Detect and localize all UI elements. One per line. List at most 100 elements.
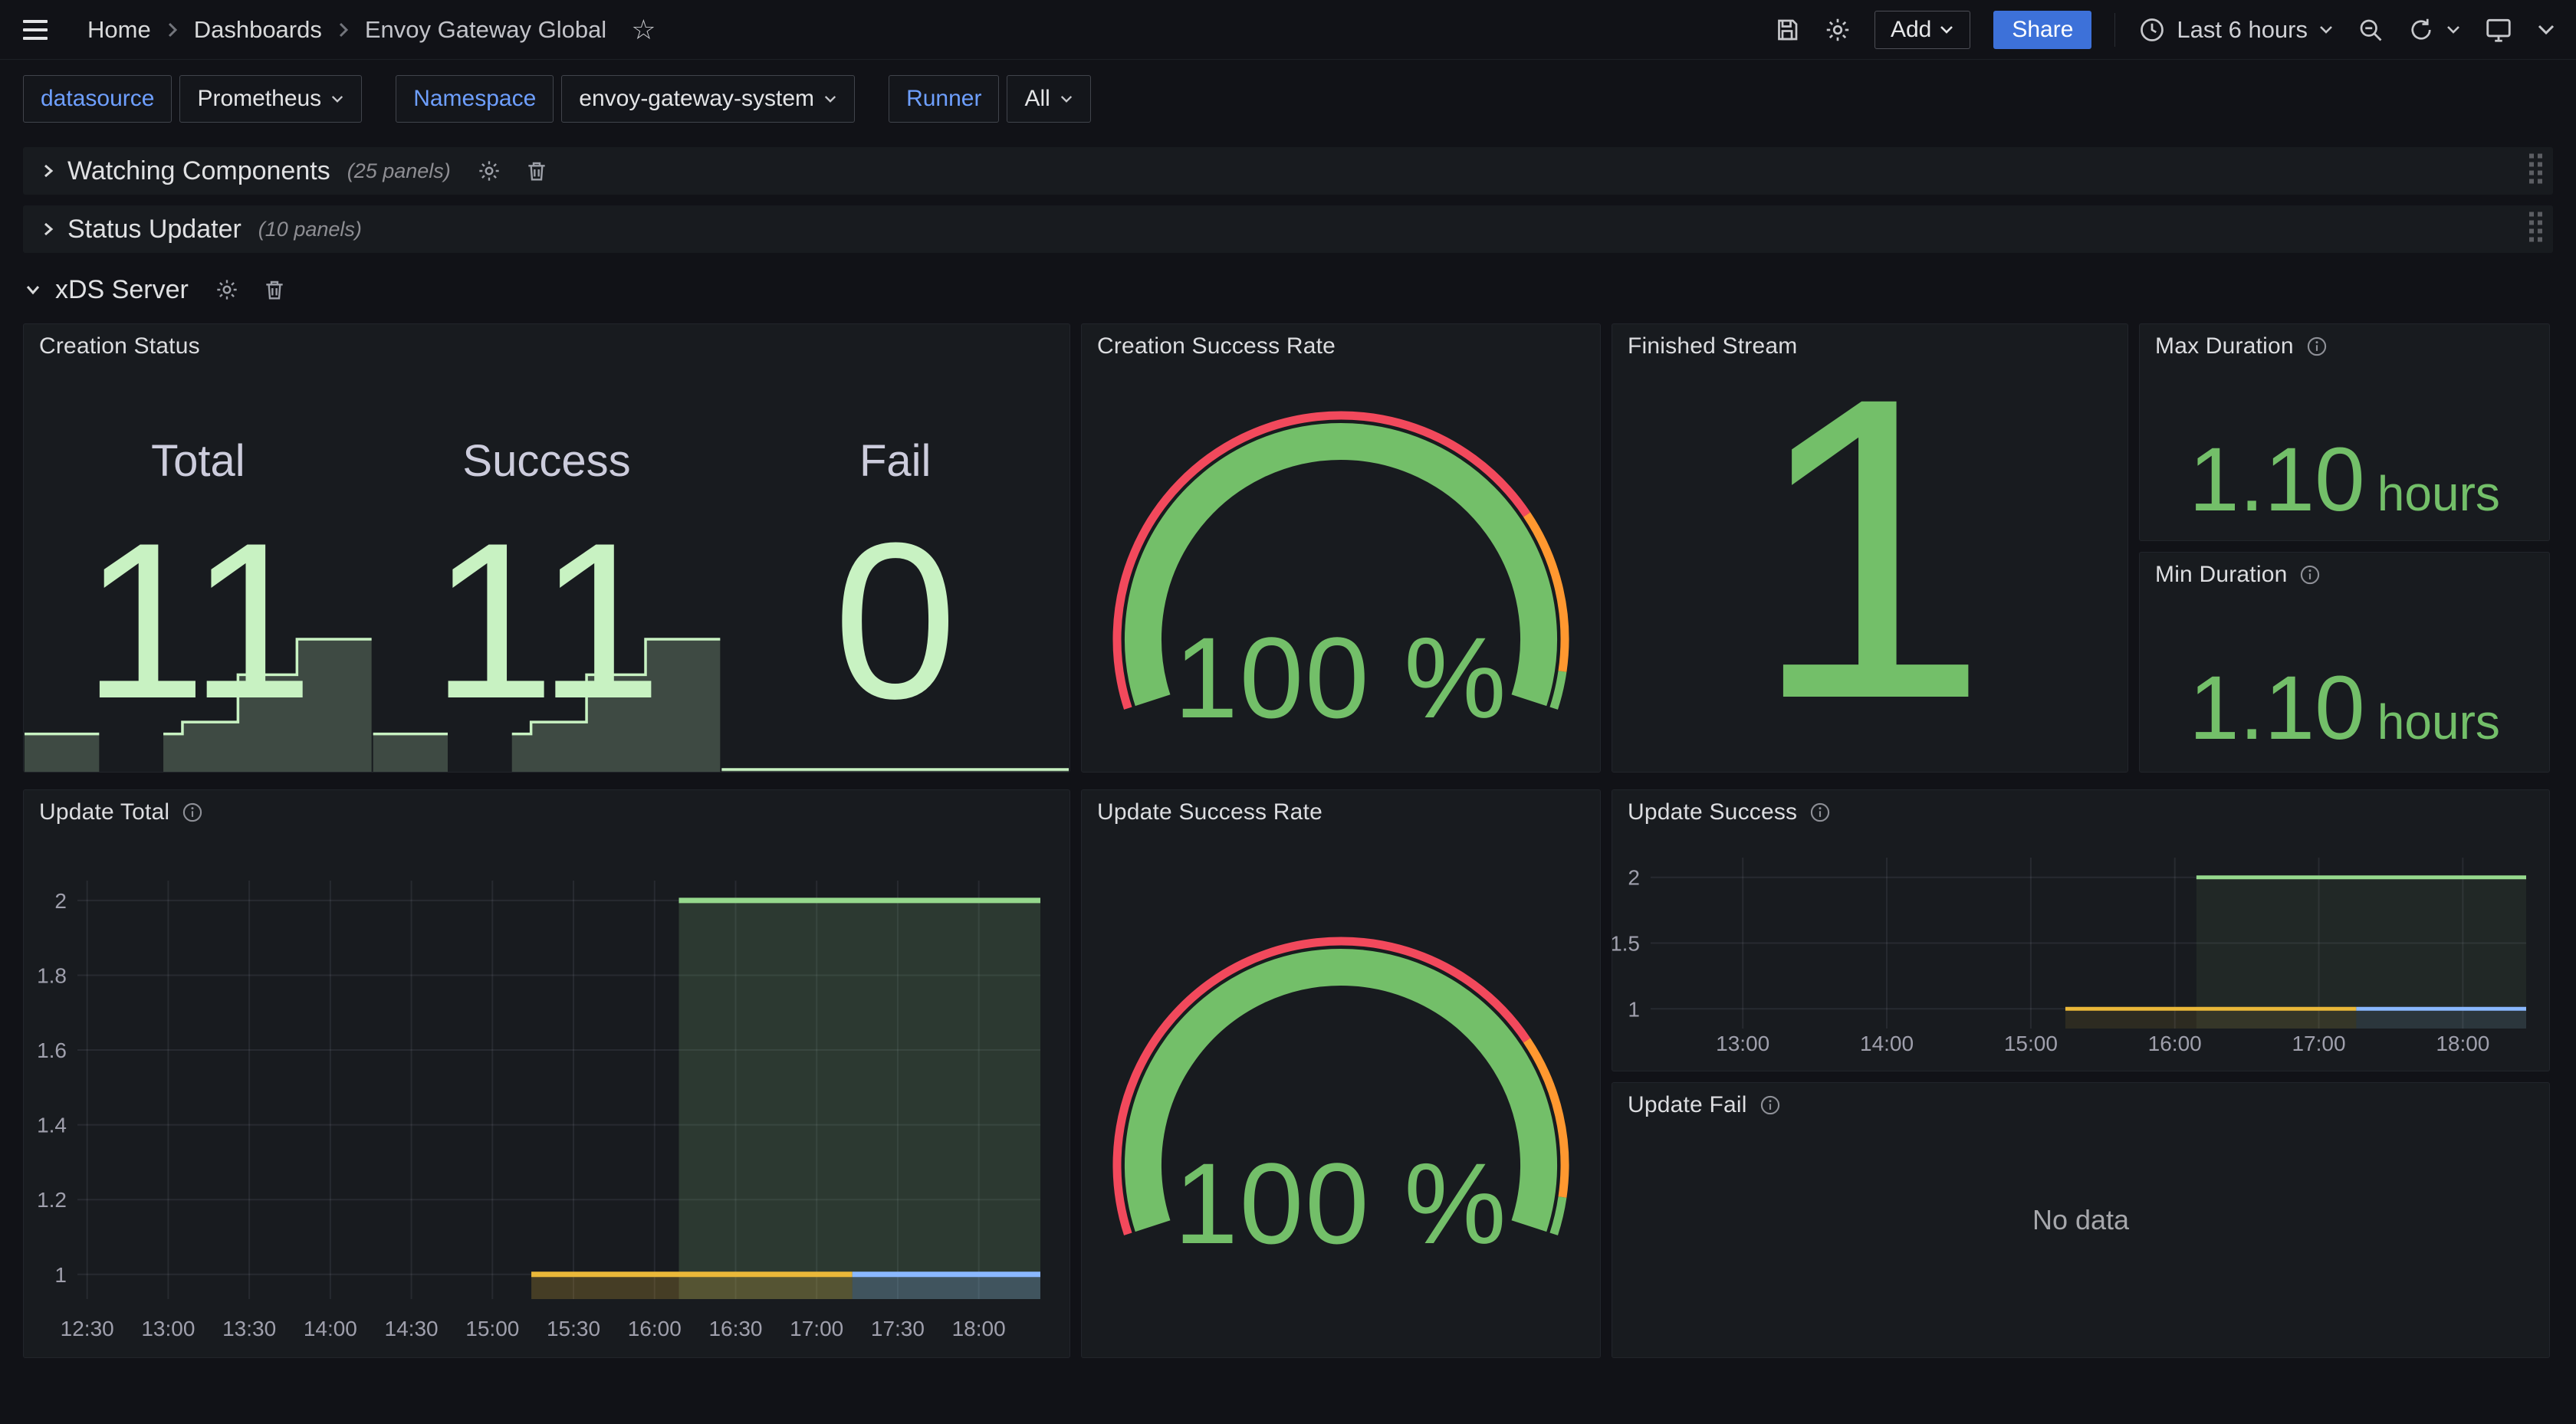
svg-text:1.4: 1.4 <box>37 1114 67 1137</box>
update-success-rate-gauge: 100 % <box>1111 935 1571 1257</box>
star-favorite-icon[interactable]: ☆ <box>631 16 656 44</box>
svg-text:15:00: 15:00 <box>465 1317 519 1340</box>
row-panel-count: (10 panels) <box>258 218 362 241</box>
stat-success: Success 11 <box>373 324 721 772</box>
panel-title[interactable]: Finished Stream <box>1628 333 1797 359</box>
time-range-picker[interactable]: Last 6 hours <box>2138 16 2334 44</box>
panel-title[interactable]: Min Duration <box>2155 562 2287 588</box>
gear-icon[interactable] <box>1824 16 1852 44</box>
row-drag-handle[interactable] <box>2528 153 2544 190</box>
kiosk-mode-icon[interactable] <box>2484 15 2513 44</box>
panel-title[interactable]: Update Total <box>39 799 169 825</box>
chevron-down-icon <box>823 94 837 104</box>
svg-text:1.8: 1.8 <box>37 963 67 987</box>
chevron-right-icon <box>166 20 179 40</box>
panel-title[interactable]: Update Success <box>1628 799 1797 825</box>
refresh-control[interactable] <box>2407 16 2461 44</box>
chevron-right-icon <box>41 219 55 239</box>
finished-stream-value: 1 <box>1750 355 1989 741</box>
svg-text:1: 1 <box>54 1263 67 1287</box>
svg-text:1.6: 1.6 <box>37 1038 67 1062</box>
svg-text:14:30: 14:30 <box>385 1317 439 1340</box>
svg-text:14:00: 14:00 <box>1860 1032 1914 1055</box>
chevron-down-icon <box>1060 94 1073 104</box>
variable-label-namespace: Namespace <box>396 75 554 123</box>
row-title[interactable]: Status Updater <box>67 215 242 244</box>
creation-success-rate-gauge: 100 % <box>1111 409 1571 731</box>
stat-total: Total 11 <box>24 324 373 772</box>
info-icon[interactable] <box>1809 802 1831 823</box>
panel-title[interactable]: Update Fail <box>1628 1092 1747 1118</box>
divider <box>2114 13 2115 47</box>
row-drag-handle[interactable] <box>2528 211 2544 248</box>
panel-title[interactable]: Update Success Rate <box>1097 799 1322 825</box>
share-button[interactable]: Share <box>1993 11 2091 49</box>
panel-title[interactable]: Creation Success Rate <box>1097 333 1336 359</box>
add-button[interactable]: Add <box>1875 11 1970 49</box>
panel-title[interactable]: Max Duration <box>2155 333 2294 359</box>
info-icon[interactable] <box>182 802 203 823</box>
breadcrumb-current: Envoy Gateway Global <box>365 16 606 44</box>
row-xds-server[interactable]: xDS Server <box>23 270 305 310</box>
svg-text:17:00: 17:00 <box>790 1317 843 1340</box>
breadcrumb-home[interactable]: Home <box>87 16 151 44</box>
svg-text:16:30: 16:30 <box>708 1317 762 1340</box>
trash-icon[interactable] <box>524 159 549 183</box>
breadcrumb-dashboards[interactable]: Dashboards <box>194 16 322 44</box>
panel-update-success: Update Success 13:0014:0015:0016:0017:00… <box>1612 789 2550 1071</box>
svg-text:18:00: 18:00 <box>952 1317 1006 1340</box>
info-icon[interactable] <box>2299 564 2321 586</box>
variable-label-datasource: datasource <box>23 75 172 123</box>
menu-icon[interactable] <box>23 15 54 45</box>
update-total-chart: 12:30 13:00 13:30 14:00 14:30 15:00 15:30 16:00… <box>24 790 1070 1357</box>
grafana-dashboard: Home Dashboards Envoy Gateway Global ☆ <box>0 0 2576 1424</box>
svg-text:18:00: 18:00 <box>2436 1032 2489 1055</box>
svg-text:13:00: 13:00 <box>141 1317 195 1340</box>
zoom-out-icon[interactable] <box>2357 16 2384 44</box>
svg-text:1.2: 1.2 <box>37 1188 67 1212</box>
info-icon[interactable] <box>2306 336 2328 357</box>
chevron-down-icon <box>1939 25 1954 35</box>
svg-text:17:00: 17:00 <box>2292 1032 2345 1055</box>
svg-text:16:00: 16:00 <box>628 1317 682 1340</box>
chevron-right-icon <box>41 161 55 181</box>
stat-fail: Fail 0 <box>721 324 1070 772</box>
trash-icon[interactable] <box>262 277 287 302</box>
svg-text:17:30: 17:30 <box>871 1317 925 1340</box>
variable-bar: datasource Prometheus Namespace envoy-ga… <box>23 75 1091 123</box>
panel-update-success-rate: Update Success Rate 100 % <box>1081 789 1601 1358</box>
row-title[interactable]: xDS Server <box>55 275 189 305</box>
svg-text:14:00: 14:00 <box>304 1317 357 1340</box>
svg-text:12:30: 12:30 <box>61 1317 114 1340</box>
chevron-down-icon <box>23 283 43 297</box>
svg-text:13:30: 13:30 <box>222 1317 276 1340</box>
panel-title[interactable]: Creation Status <box>39 333 200 359</box>
svg-text:2: 2 <box>1628 866 1640 890</box>
breadcrumb: Home Dashboards Envoy Gateway Global ☆ <box>87 16 656 44</box>
panel-max-duration: Max Duration 1.10 hours <box>2139 323 2550 541</box>
svg-text:16:00: 16:00 <box>2148 1032 2202 1055</box>
chevron-down-icon <box>330 94 344 104</box>
clock-icon <box>2138 16 2166 44</box>
row-panel-count: (25 panels) <box>347 159 451 183</box>
panel-min-duration: Min Duration 1.10 hours <box>2139 552 2550 773</box>
chevron-right-icon <box>337 20 350 40</box>
save-icon[interactable] <box>1773 16 1801 44</box>
min-duration-stat: 1.10 hours <box>2140 597 2549 772</box>
info-icon[interactable] <box>1760 1094 1781 1116</box>
collapse-topbar-chevron-icon[interactable] <box>2536 23 2556 37</box>
gear-icon[interactable] <box>215 277 239 302</box>
chevron-down-icon <box>2446 25 2461 35</box>
max-duration-stat: 1.10 hours <box>2140 369 2549 540</box>
variable-select-namespace[interactable]: envoy-gateway-system <box>561 75 855 123</box>
row-title[interactable]: Watching Components <box>67 156 330 186</box>
panel-finished-stream: Finished Stream 1 <box>1612 323 2128 773</box>
variable-select-runner[interactable]: All <box>1007 75 1090 123</box>
variable-select-datasource[interactable]: Prometheus <box>179 75 362 123</box>
gear-icon[interactable] <box>477 159 501 183</box>
panel-creation-status: Creation Status Total 11 Success 11 Fail… <box>23 323 1070 773</box>
svg-text:15:30: 15:30 <box>547 1317 600 1340</box>
row-watching-components[interactable]: Watching Components (25 panels) <box>23 147 2553 195</box>
panel-creation-success-rate: Creation Success Rate 100 % <box>1081 323 1601 773</box>
row-status-updater[interactable]: Status Updater (10 panels) <box>23 205 2553 253</box>
